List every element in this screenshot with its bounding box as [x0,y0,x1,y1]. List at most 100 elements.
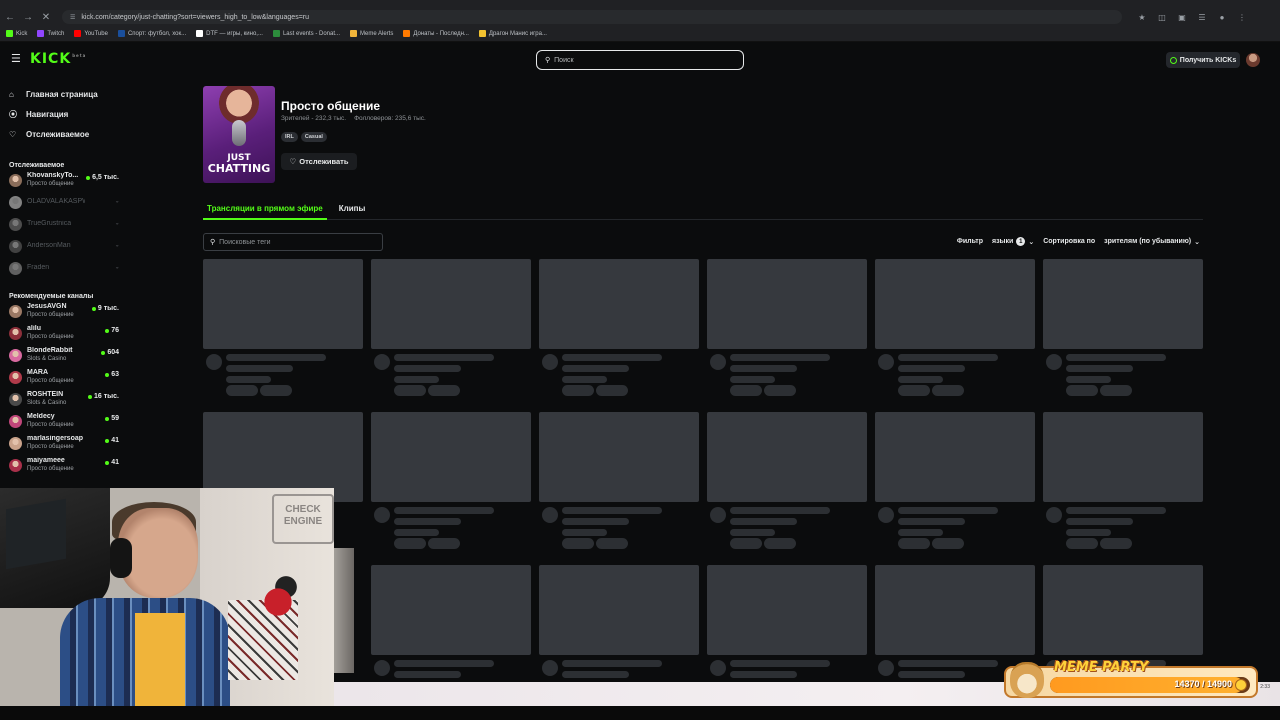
channel-item[interactable]: maiyameee Просто общение 41 [0,454,128,476]
bookmark-item[interactable]: Twitch [37,30,68,37]
address-bar[interactable]: ☰ kick.com/category/just-chatting?sort=v… [62,10,1122,24]
bookmarks-bar: Kick Twitch YouTube Спорт: футбол, хок... DT… [0,26,1280,42]
bookmark-item[interactable]: Драгон Манис игра... [478,30,551,37]
sidebar-nav-item[interactable]: ♡ Отслеживаемое [9,124,128,144]
stream-card-placeholder[interactable] [1043,412,1203,549]
bookmark-item[interactable]: YouTube [74,30,112,37]
stream-card-placeholder[interactable] [707,565,867,702]
sidebar-nav-item[interactable]: ⌂ Главная страница [9,84,128,104]
viewer-count-value: 59 [111,415,119,422]
channel-item[interactable]: TrueGrustnica ◒ [0,213,128,235]
user-avatar[interactable] [1246,53,1260,67]
stream-card-placeholder[interactable] [371,412,531,549]
bookmark-star-icon[interactable]: ★ [1136,11,1148,23]
sidepanel-icon[interactable]: ▣ [1176,11,1188,23]
sort-dropdown[interactable]: зрителям (по убыванию) ⌄ [1101,237,1203,247]
channel-item[interactable]: Fraden ◒ [0,257,128,279]
stream-card-placeholder[interactable] [875,259,1035,396]
cover-text-line2: CHATTING [207,162,271,175]
channel-avatar [9,239,22,253]
category-tag[interactable]: Casual [300,132,327,142]
channel-item[interactable]: marlasingersoap Просто общение 41 [0,432,128,454]
tab-live[interactable]: Трансляции в прямом эфире [203,202,327,220]
viewer-count: 6,5 тыс. [86,174,119,181]
channel-item[interactable]: Meldecy Просто общение 59 [0,410,128,432]
content-tabs: Трансляции в прямом эфире Клипы [203,202,1203,220]
category-cover: JUST CHATTING [203,86,275,183]
bookmark-item[interactable]: Meme Alerts [350,30,397,37]
channel-item[interactable]: ROSHTEIN Slots & Casino 16 тыс. [0,388,128,410]
webcam-overlay: CHECK ENGINE [0,488,334,706]
channel-item[interactable]: alilu Просто общение 76 [0,322,128,344]
channel-category: Просто общение [27,181,74,187]
channel-category: Slots & Casino [27,356,67,362]
channel-item[interactable]: KhovanskyTo... Просто общение 6,5 тыс. [0,169,128,191]
viewer-count-value: 76 [111,327,119,334]
channel-avatar [9,436,22,450]
forward-icon[interactable]: → [20,9,36,25]
back-icon[interactable]: ← [2,9,18,25]
profile-icon[interactable]: ● [1216,11,1228,23]
bookmark-favicon-icon [350,30,357,37]
tab-clips[interactable]: Клипы [335,202,370,220]
bookmark-label: YouTube [84,30,108,37]
bookmark-favicon-icon [6,30,13,37]
search-input[interactable]: ⚲ Поиск [536,50,744,70]
viewer-count: 41 [105,459,119,466]
stream-card-placeholder[interactable] [1043,565,1203,702]
channel-item[interactable]: OLADVALAKASPWNZ ◒ [0,191,128,213]
channel-avatar [9,304,22,318]
bookmark-item[interactable]: Kick [6,30,31,37]
stream-card-placeholder[interactable] [707,259,867,396]
channel-category: Просто общение [27,422,74,428]
viewer-count-value: 6,5 тыс. [92,174,119,181]
channel-item[interactable]: BlondeRabbit Slots & Casino 604 [0,344,128,366]
follow-button[interactable]: ♡ Отслеживать [281,153,357,170]
tag-search-input[interactable]: ⚲ Поисковые теги [203,233,383,251]
extension-icon[interactable]: ◫ [1156,11,1168,23]
bookmark-item[interactable]: Донаты - Последн... [403,30,473,37]
stream-card-placeholder[interactable] [875,412,1035,549]
bookmark-item[interactable]: Last events - Donat... [272,30,344,37]
channel-item[interactable]: JesusAVGN Просто общение 9 тыс. [0,300,128,322]
viewer-count-value: 63 [111,371,119,378]
stream-card-placeholder[interactable] [875,565,1035,702]
channel-avatar [9,414,22,428]
filter-bar: Фильтр языки 1 ⌄ Сортировка по зрителям … [957,236,1203,247]
stream-card-placeholder[interactable] [371,259,531,396]
channel-item[interactable]: MARA Просто общение 63 [0,366,128,388]
stream-card-placeholder[interactable] [203,259,363,396]
channel-name: JesusAVGN [27,303,67,310]
home-icon: ⌂ [9,89,14,99]
get-kicks-button[interactable]: Получить KICKs [1166,52,1240,68]
channel-avatar [9,370,22,384]
bookmark-item[interactable]: DTF — игры, кино,... [196,30,267,37]
channel-avatar [9,392,22,406]
live-dot-icon [88,394,93,399]
languages-dropdown[interactable]: языки 1 ⌄ [989,236,1037,247]
stream-card-placeholder[interactable] [707,412,867,549]
menu-icon[interactable]: ☰ [11,54,21,65]
sidebar-nav-item[interactable]: ⦿ Навигация [9,104,128,124]
follow-label: Отслеживать [299,157,349,166]
sidebar-nav-label: Отслеживаемое [26,129,90,139]
bookmark-label: Драгон Манис игра... [488,30,547,37]
cam-sign: CHECK ENGINE [272,494,334,544]
category-tag[interactable]: IRL [281,132,298,142]
stop-icon[interactable]: ✕ [38,9,54,25]
bookmark-item[interactable]: Спорт: футбол, хок... [117,30,190,37]
media-icon[interactable]: ☰ [1196,11,1208,23]
meme-count: 14370 / 14900 [1174,679,1232,689]
browser-menu-icon[interactable]: ⋮ [1236,11,1248,23]
stream-card-placeholder[interactable] [539,565,699,702]
stream-card-placeholder[interactable] [1043,259,1203,396]
channel-item[interactable]: AndersonMan ◒ [0,235,128,257]
stream-card-placeholder[interactable] [539,259,699,396]
stream-card-placeholder[interactable] [371,565,531,702]
kick-logo[interactable]: KICKbeta [30,51,86,67]
viewer-count-value: 16 тыс. [94,393,119,400]
site-info-icon[interactable]: ☰ [70,14,75,21]
channel-avatar [9,173,22,187]
stream-card-placeholder[interactable] [539,412,699,549]
channel-name: marlasingersoap [27,435,84,442]
